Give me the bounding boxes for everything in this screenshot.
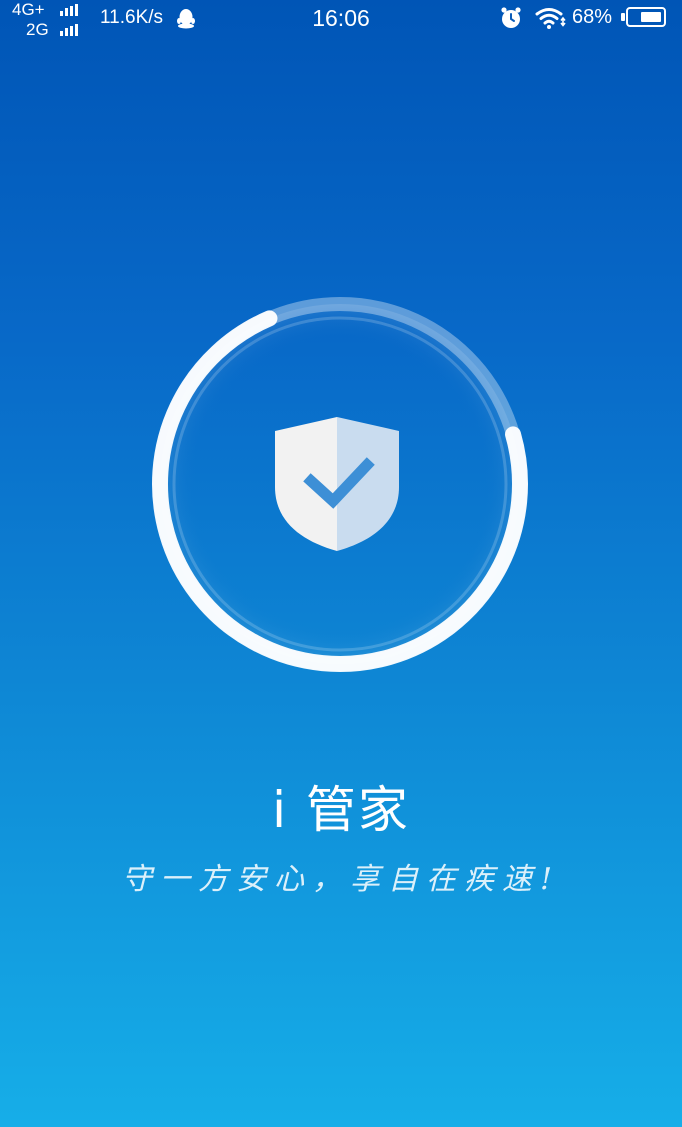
app-title: i 管家 xyxy=(272,781,410,839)
battery-percent: 68% xyxy=(572,6,613,28)
battery-icon xyxy=(621,7,671,29)
wifi-icon xyxy=(535,8,566,29)
alarm-clock-icon xyxy=(501,7,521,28)
status-bar: 4G+ 2G 11.6K/s 16:06 68% xyxy=(0,0,682,40)
slogan-text: 守一方安心，享自在疾速! xyxy=(121,862,561,897)
loading-ring xyxy=(140,284,540,684)
loading-ring-graphic xyxy=(152,296,528,672)
